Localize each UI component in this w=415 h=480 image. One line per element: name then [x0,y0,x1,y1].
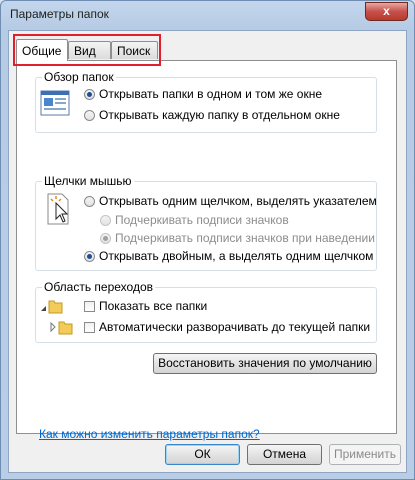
auto-expand-checkbox[interactable] [84,322,95,333]
close-button[interactable]: x [365,2,408,21]
tab-general[interactable]: Общие [16,39,68,61]
help-link[interactable]: Как можно изменить параметры папок? [39,427,260,441]
collapsed-folder-icon [50,321,73,335]
browse-folders-group: Обзор папок Открывать папки в одном и то… [35,70,377,133]
apply-button[interactable]: Применить [329,444,401,465]
tab-search[interactable]: Поиск [111,41,158,59]
separate-window-radio[interactable] [84,110,95,121]
restore-defaults-button[interactable]: Восстановить значения по умолчанию [153,353,377,374]
pointer-click-icon [47,193,69,225]
window-layout-icon [40,90,70,116]
cancel-button[interactable]: Отмена [247,444,322,465]
underline-hover-radio[interactable] [100,233,111,244]
window-title: Параметры папок [10,7,109,21]
separate-window-option[interactable]: Открывать каждую папку в отдельном окне [84,107,340,123]
show-all-folders-checkbox[interactable] [84,301,95,312]
close-icon: x [383,4,390,18]
show-all-folders-option[interactable]: Показать все папки [84,298,207,314]
general-tab-panel: Обзор папок Открывать папки в одном и то… [16,60,397,441]
double-click-radio[interactable] [84,251,95,262]
mouse-clicks-group: Щелчки мышью Открывать одним щелчком, вы… [35,174,377,271]
underline-always-radio[interactable] [100,215,111,226]
ok-button[interactable]: ОК [165,444,240,465]
title-bar[interactable]: Параметры папок x [1,1,414,29]
tab-view[interactable]: Вид [68,41,111,59]
auto-expand-option[interactable]: Автоматически разворачивать до текущей п… [84,319,370,335]
same-window-option[interactable]: Открывать папки в одном и том же окне [84,86,322,102]
single-click-radio[interactable] [84,196,95,207]
navigation-pane-group: Область переходов Показать все папки Авт… [35,280,377,343]
expanded-folder-icon [41,300,63,314]
browse-folders-title: Обзор папок [42,70,116,84]
single-click-option[interactable]: Открывать одним щелчком, выделять указат… [84,193,377,209]
double-click-option[interactable]: Открывать двойным, а выделять одним щелч… [84,248,373,264]
underline-hover-option[interactable]: Подчеркивать подписи значков при наведен… [100,230,375,246]
same-window-radio[interactable] [84,89,95,100]
mouse-clicks-title: Щелчки мышью [42,174,134,188]
dialog-client: Общие Вид Поиск Обзор папок Открывать па… [8,30,407,473]
underline-always-option[interactable]: Подчеркивать подписи значков [100,212,289,228]
folder-options-window: Параметры папок x Общие Вид Поиск Обзор … [0,0,415,480]
navigation-pane-title: Область переходов [42,280,156,294]
